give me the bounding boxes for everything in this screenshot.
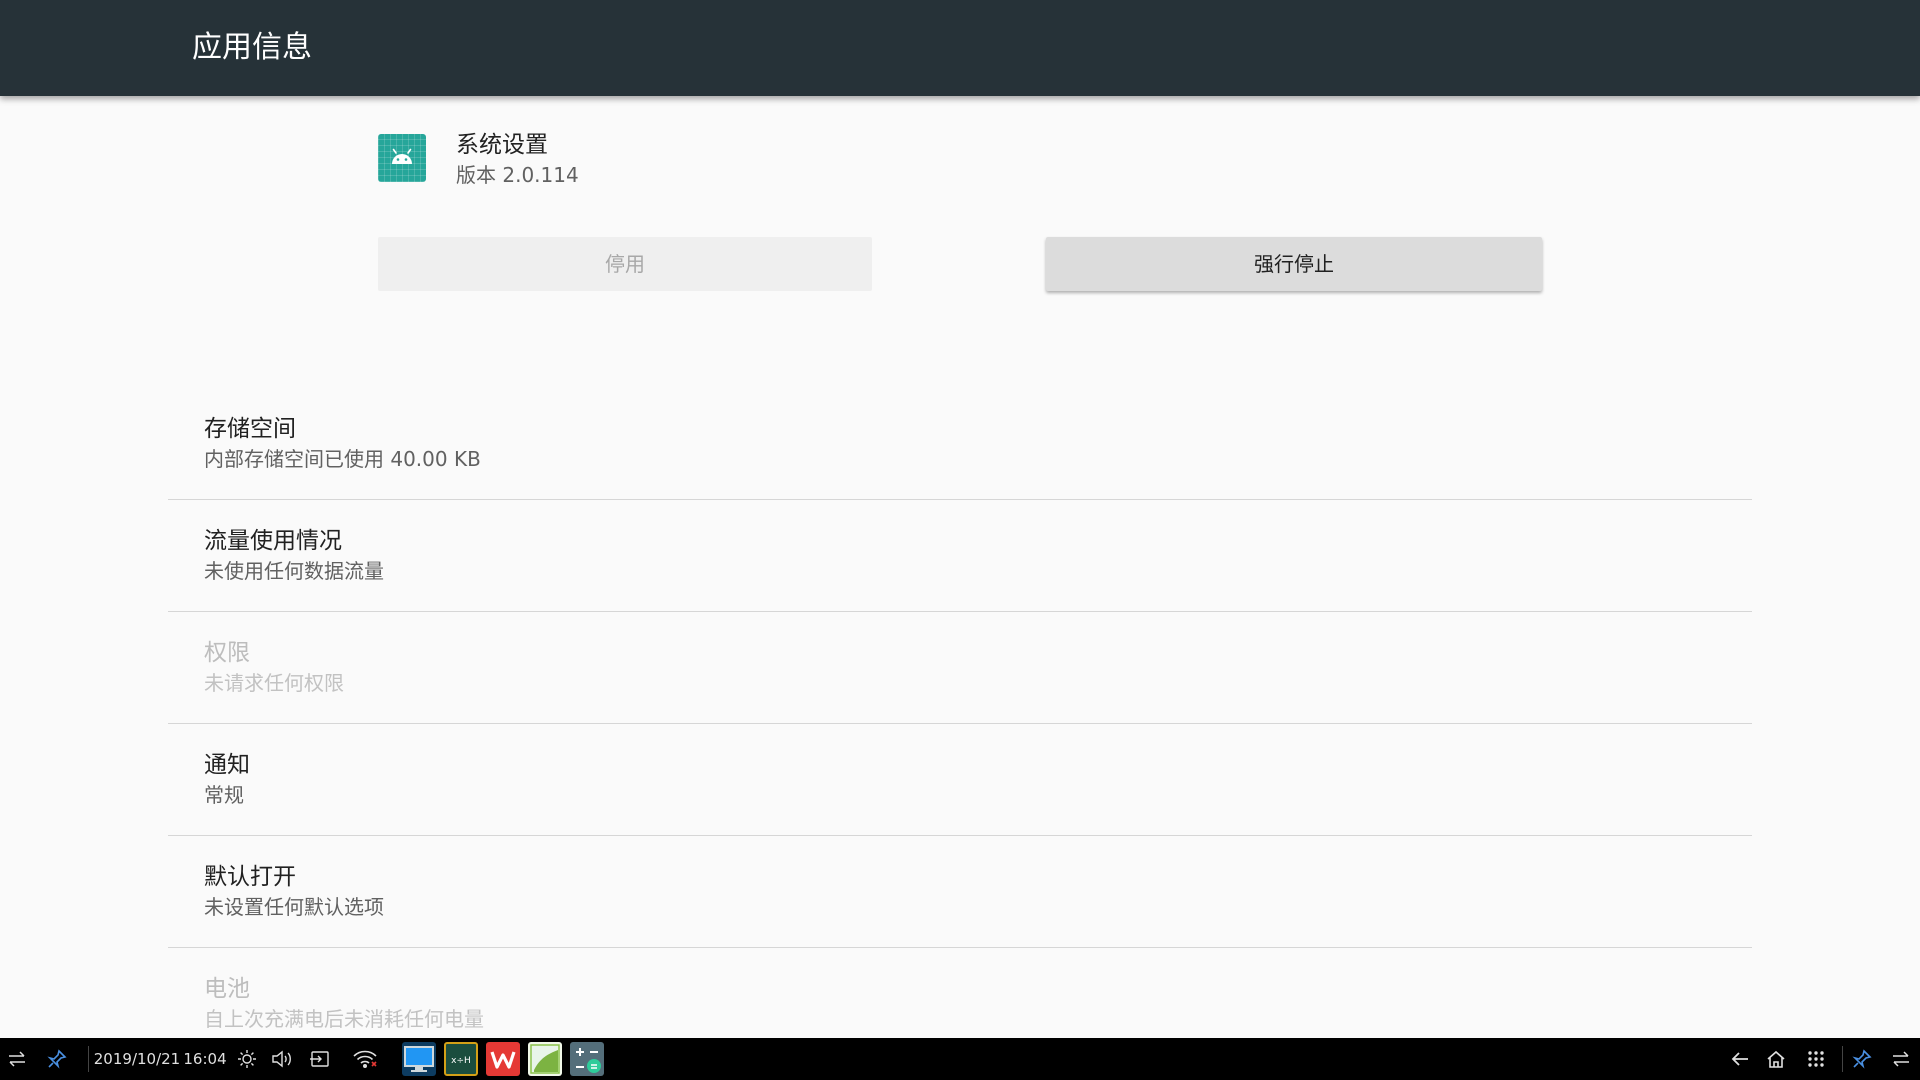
home-icon[interactable] bbox=[1762, 1038, 1790, 1080]
swap-icon[interactable] bbox=[1884, 1038, 1918, 1080]
force-stop-button[interactable]: 强行停止 bbox=[1046, 237, 1542, 291]
list-item-summary: 未设置任何默认选项 bbox=[204, 895, 384, 919]
swap-icon[interactable] bbox=[0, 1038, 34, 1080]
android-icon bbox=[378, 134, 426, 182]
time-display: 16:04 bbox=[183, 1050, 227, 1068]
app-settings-list: 存储空间 内部存储空间已使用 40.00 KB 流量使用情况 未使用任何数据流量… bbox=[168, 388, 1752, 1060]
app-bar: 应用信息 bbox=[0, 0, 1920, 96]
disable-button[interactable]: 停用 bbox=[378, 237, 872, 291]
calculator-app-icon[interactable] bbox=[570, 1042, 604, 1076]
brightness-icon[interactable] bbox=[234, 1038, 260, 1080]
list-item-title: 默认打开 bbox=[204, 864, 296, 890]
list-item-permissions: 权限 未请求任何权限 bbox=[168, 612, 1752, 724]
list-item-data-usage[interactable]: 流量使用情况 未使用任何数据流量 bbox=[168, 500, 1752, 612]
list-item-summary: 常规 bbox=[204, 783, 244, 807]
list-item-title: 存储空间 bbox=[204, 416, 296, 442]
list-item-summary: 未使用任何数据流量 bbox=[204, 559, 384, 583]
system-taskbar: 2019/10/21 16:04 x÷H bbox=[0, 1038, 1920, 1080]
volume-icon[interactable] bbox=[268, 1038, 296, 1080]
pin-icon[interactable] bbox=[42, 1038, 72, 1080]
svg-text:x÷H: x÷H bbox=[451, 1056, 471, 1066]
wps-office-app-icon[interactable] bbox=[486, 1042, 520, 1076]
list-item-storage[interactable]: 存储空间 内部存储空间已使用 40.00 KB bbox=[168, 388, 1752, 500]
page-title: 应用信息 bbox=[192, 30, 312, 65]
list-item-notifications[interactable]: 通知 常规 bbox=[168, 724, 1752, 836]
list-item-summary: 内部存储空间已使用 40.00 KB bbox=[204, 447, 481, 471]
input-source-icon[interactable] bbox=[306, 1038, 334, 1080]
list-item-summary: 未请求任何权限 bbox=[204, 671, 344, 695]
desktop-app-icon[interactable] bbox=[402, 1042, 436, 1076]
pin-icon[interactable] bbox=[1846, 1038, 1878, 1080]
back-icon[interactable] bbox=[1726, 1038, 1754, 1080]
list-item-title: 通知 bbox=[204, 752, 250, 778]
list-item-title: 权限 bbox=[204, 640, 250, 666]
taskbar-divider bbox=[1842, 1046, 1843, 1072]
list-item-title: 电池 bbox=[204, 976, 250, 1002]
list-item-title: 流量使用情况 bbox=[204, 528, 342, 554]
blackboard-app-icon[interactable]: x÷H bbox=[444, 1042, 478, 1076]
app-version: 版本 2.0.114 bbox=[456, 163, 579, 187]
apps-grid-icon[interactable] bbox=[1802, 1038, 1830, 1080]
wifi-icon[interactable] bbox=[350, 1038, 380, 1080]
gallery-app-icon[interactable] bbox=[528, 1042, 562, 1076]
app-name: 系统设置 bbox=[456, 132, 548, 158]
list-item-summary: 自上次充满电后未消耗任何电量 bbox=[204, 1007, 484, 1031]
list-item-open-by-default[interactable]: 默认打开 未设置任何默认选项 bbox=[168, 836, 1752, 948]
taskbar-divider bbox=[88, 1046, 89, 1072]
date-display: 2019/10/21 bbox=[93, 1050, 181, 1068]
